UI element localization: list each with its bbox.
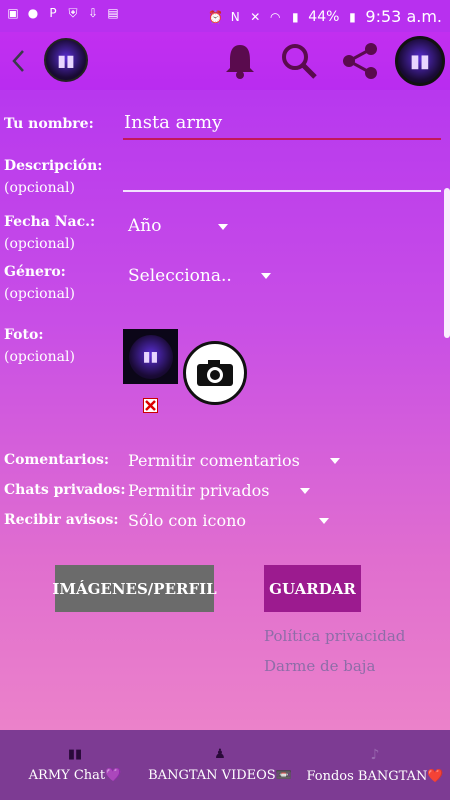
- document-icon: ▤: [107, 6, 119, 20]
- search-icon[interactable]: [276, 38, 322, 84]
- status-bar: ▣ ● P ⛨ ⇩ ▤ ⏰ N ✕ ◠ ▮ 44% ▮ 9:53 a.m.: [0, 0, 450, 32]
- private-chats-label: Chats privados:: [4, 482, 126, 498]
- bts-logo-icon: ▮▮: [128, 334, 173, 379]
- mute-icon: ✕: [250, 9, 261, 24]
- scrollbar[interactable]: [444, 188, 450, 338]
- notification-icons: ▣ ● P ⛨ ⇩ ▤: [6, 6, 120, 20]
- description-optional: (opcional): [4, 180, 75, 196]
- description-underline: [123, 190, 441, 192]
- description-label: Descripción:: [4, 158, 103, 174]
- note-icon: ♪: [370, 746, 380, 763]
- comments-select[interactable]: Permitir comentarios: [128, 451, 300, 470]
- comments-dropdown-icon[interactable]: [330, 458, 340, 464]
- profile-photo[interactable]: ▮▮: [123, 329, 178, 384]
- gender-select[interactable]: Selecciona..: [128, 266, 232, 286]
- download-icon: ⇩: [87, 6, 99, 20]
- bell-icon[interactable]: [220, 40, 260, 82]
- remove-photo-icon[interactable]: [143, 398, 158, 413]
- alarm-icon: ⏰: [208, 9, 224, 24]
- birthdate-optional: (opcional): [4, 236, 75, 252]
- battery-icon: ▮: [349, 9, 356, 24]
- year-select[interactable]: Año: [128, 216, 161, 236]
- bottom-nav-bangtan-videos[interactable]: ♟ BANGTAN VIDEOS📼: [148, 730, 292, 800]
- system-icons: ⏰ N ✕ ◠ ▮ 44% ▮ 9:53 a.m.: [208, 7, 442, 26]
- notifications-label: Recibir avisos:: [4, 512, 119, 528]
- bottom-nav-fondos-bangtan[interactable]: ♪ Fondos BANGTAN❤️: [305, 730, 445, 800]
- name-underline: [123, 138, 441, 140]
- bottom-nav-label: Fondos BANGTAN❤️: [306, 768, 444, 784]
- unsubscribe-link[interactable]: Darme de baja: [264, 657, 375, 675]
- app-bar: ▮▮ ▮▮: [0, 32, 450, 90]
- bottom-nav-label: BANGTAN VIDEOS📼: [148, 768, 292, 783]
- description-input[interactable]: [123, 162, 441, 190]
- nfc-icon: N: [230, 9, 240, 24]
- shield-icon: ⛨: [68, 6, 78, 20]
- images-profile-button[interactable]: IMÁGENES/PERFIL: [52, 565, 217, 612]
- profile-avatar[interactable]: ▮▮: [395, 36, 445, 86]
- photo-optional: (opcional): [4, 349, 75, 365]
- birthdate-label: Fecha Nac.:: [4, 214, 96, 230]
- share-icon[interactable]: [337, 38, 383, 84]
- bts-logo-icon: ▮▮: [67, 747, 83, 762]
- camera-icon[interactable]: [183, 341, 247, 405]
- save-button[interactable]: GUARDAR: [264, 565, 361, 612]
- signal-icon: ▮: [291, 9, 299, 24]
- person-icon: ♟: [214, 747, 226, 762]
- gender-optional: (opcional): [4, 286, 75, 302]
- privacy-policy-link[interactable]: Política privacidad: [264, 627, 405, 645]
- bottom-nav-army-chat[interactable]: ▮▮ ARMY Chat💜: [15, 730, 135, 800]
- bottom-nav: ▮▮ ARMY Chat💜 ♟ BANGTAN VIDEOS📼 ♪ Fondos…: [0, 730, 450, 800]
- wifi-icon: ◠: [270, 9, 281, 24]
- private-chats-dropdown-icon[interactable]: [300, 488, 310, 494]
- year-dropdown-icon[interactable]: [218, 224, 228, 230]
- image-icon: ▣: [7, 6, 19, 20]
- gender-label: Género:: [4, 264, 66, 280]
- p-icon: P: [49, 6, 57, 20]
- name-label: Tu nombre:: [4, 116, 94, 132]
- bottom-nav-label: ARMY Chat💜: [28, 768, 122, 783]
- notifications-select[interactable]: Sólo con icono: [128, 511, 246, 530]
- notifications-dropdown-icon[interactable]: [319, 518, 329, 524]
- clock: 9:53 a.m.: [365, 7, 442, 26]
- app-logo-icon[interactable]: ▮▮: [44, 38, 88, 82]
- gender-dropdown-icon[interactable]: [261, 273, 271, 279]
- comments-label: Comentarios:: [4, 452, 109, 468]
- photo-label: Foto:: [4, 327, 44, 343]
- back-icon[interactable]: [6, 44, 30, 78]
- battery-percent: 44%: [308, 8, 340, 25]
- app-notification-icon: ●: [27, 6, 39, 20]
- private-chats-select[interactable]: Permitir privados: [128, 481, 269, 500]
- name-input[interactable]: Insta army: [124, 112, 222, 133]
